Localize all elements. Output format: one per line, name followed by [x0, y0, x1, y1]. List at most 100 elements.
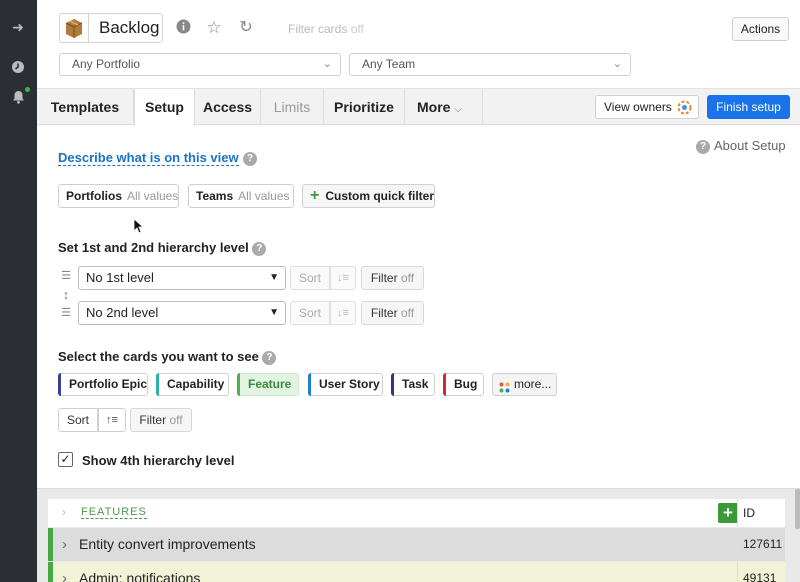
add-feature-button[interactable]: + [718, 503, 738, 523]
cards-heading: Select the cards you want to see ? [58, 349, 277, 365]
swap-levels-icon[interactable]: ↕ [59, 287, 73, 302]
level1-indicator-icon: ☰ [61, 270, 71, 282]
drag-handle[interactable] [48, 528, 53, 561]
portfolios-label: Portfolios [66, 189, 122, 203]
chevron-down-icon: ▼ [269, 272, 279, 283]
sort-order-icon[interactable]: ↓≡ [330, 301, 356, 325]
table-row[interactable]: › Entity convert improvements 127611 [48, 528, 785, 561]
features-group-label[interactable]: FEATURES [81, 506, 147, 519]
card-type-label: User Story [319, 377, 380, 391]
card-type-feature[interactable]: Feature [237, 373, 299, 396]
star-icon[interactable]: ☆ [205, 19, 223, 37]
level1-filter-button[interactable]: Filter off [361, 266, 424, 290]
level2-filter-button[interactable]: Filter off [361, 301, 424, 325]
card-color-bar [237, 373, 240, 396]
more-card-types-button[interactable]: more... [492, 373, 557, 396]
cards-heading-text: Select the cards you want to see [58, 349, 259, 364]
row-title: Entity convert improvements [79, 536, 256, 552]
board-header: › FEATURES + ID [48, 499, 785, 527]
help-icon[interactable]: ? [243, 152, 257, 166]
sort-order-icon[interactable]: ↑≡ [98, 408, 126, 432]
mouse-cursor-icon [133, 218, 145, 237]
filter-cards-input[interactable]: Filter cards off [288, 22, 364, 36]
id-column-header: ID [737, 499, 785, 527]
drag-handle[interactable] [48, 562, 53, 582]
portfolio-select[interactable]: Any Portfolio ⌄ [59, 53, 341, 76]
bell-icon[interactable] [9, 90, 27, 108]
level2-select[interactable]: No 2nd level ▼ [78, 301, 286, 325]
tab-bar: Templates Setup Access Limits Prioritize… [37, 88, 800, 126]
filter-label: Filter [370, 271, 398, 285]
show-4th-level-checkbox[interactable]: ✓ [58, 452, 73, 467]
card-color-bar [156, 373, 159, 396]
filter-label: Filter [370, 306, 398, 320]
chevron-right-icon[interactable]: › [62, 528, 67, 561]
table-row[interactable]: › Admin: notifications 49131 [48, 562, 785, 582]
scrollbar[interactable] [795, 489, 800, 529]
card-type-label: Task [402, 377, 429, 391]
tab-more-label: More [417, 99, 451, 115]
more-label: more... [514, 377, 552, 391]
chevron-down-icon: ▼ [269, 307, 279, 318]
actions-button[interactable]: Actions [732, 17, 789, 41]
board-box-icon[interactable] [59, 13, 89, 43]
describe-view-link[interactable]: Describe what is on this view [58, 150, 239, 166]
finish-setup-button[interactable]: Finish setup [707, 95, 790, 119]
tab-access[interactable]: Access [195, 89, 261, 125]
card-type-capability[interactable]: Capability [156, 373, 229, 396]
sort-order-icon[interactable]: ↓≡ [330, 266, 356, 290]
row-id: 49131 [737, 562, 785, 582]
refresh-icon[interactable]: ↻ [237, 19, 255, 37]
card-color-bar [391, 373, 394, 396]
level1-select[interactable]: No 1st level ▼ [78, 266, 286, 290]
expand-arrow-icon[interactable]: ➜ [9, 18, 27, 36]
view-title[interactable]: Backlog [88, 13, 163, 43]
card-type-user-story[interactable]: User Story [308, 373, 383, 396]
view-owners-label: View owners [604, 100, 672, 114]
about-setup-link[interactable]: ? About Setup [696, 138, 786, 154]
card-color-bar [308, 373, 311, 396]
view-owners-button[interactable]: View owners [595, 95, 699, 119]
cards-filter-button[interactable]: Filter off [130, 408, 192, 432]
color-dots-icon [499, 379, 510, 393]
custom-quick-filter-label: Custom quick filter [325, 189, 435, 203]
card-type-task[interactable]: Task [391, 373, 435, 396]
custom-quick-filter-button[interactable]: + Custom quick filter [302, 184, 435, 208]
left-sidebar: ➜ [0, 0, 37, 582]
row-id: 127611 [737, 528, 785, 561]
help-icon[interactable]: ? [262, 350, 277, 365]
portfolio-select-value: Any Portfolio [72, 57, 141, 71]
chevron-right-icon[interactable]: › [62, 505, 66, 519]
card-type-label: Capability [167, 377, 225, 391]
tab-prioritize[interactable]: Prioritize [324, 89, 405, 125]
filter-cards-label: Filter cards [288, 22, 348, 36]
clock-icon[interactable] [9, 60, 27, 78]
tab-templates[interactable]: Templates [37, 89, 134, 125]
tab-more[interactable]: More ⌵ [405, 89, 483, 125]
tab-limits[interactable]: Limits [261, 89, 324, 125]
cards-sort-button[interactable]: Sort [58, 408, 98, 432]
level2-indicator-icon: ☰ [61, 307, 71, 319]
card-type-portfolio-epic[interactable]: Portfolio Epic [58, 373, 148, 396]
level2-sort-button[interactable]: Sort [290, 301, 330, 325]
owners-avatar-icon [677, 100, 692, 122]
card-color-bar [443, 373, 446, 396]
level1-sort-button[interactable]: Sort [290, 266, 330, 290]
portfolios-quick-filter[interactable]: Portfolios All values [58, 184, 179, 208]
help-icon: ? [696, 139, 710, 154]
team-select-value: Any Team [362, 57, 416, 71]
card-type-bug[interactable]: Bug [443, 373, 484, 396]
main-area: Backlog ☆ ↻ Filter cards off Actions Any… [37, 0, 800, 582]
hierarchy-heading-text: Set 1st and 2nd hierarchy level [58, 240, 249, 255]
team-select[interactable]: Any Team ⌄ [349, 53, 631, 76]
level2-value: No 2nd level [86, 305, 159, 320]
tab-setup[interactable]: Setup [134, 89, 195, 126]
top-bar: Backlog ☆ ↻ Filter cards off Actions Any… [37, 0, 800, 88]
level1-value: No 1st level [86, 270, 154, 285]
help-icon[interactable]: ? [252, 241, 267, 256]
chevron-right-icon[interactable]: › [62, 562, 67, 582]
card-type-label: Bug [454, 377, 478, 391]
info-icon[interactable] [174, 19, 192, 37]
filter-off: off [169, 413, 183, 427]
teams-quick-filter[interactable]: Teams All values [188, 184, 294, 208]
